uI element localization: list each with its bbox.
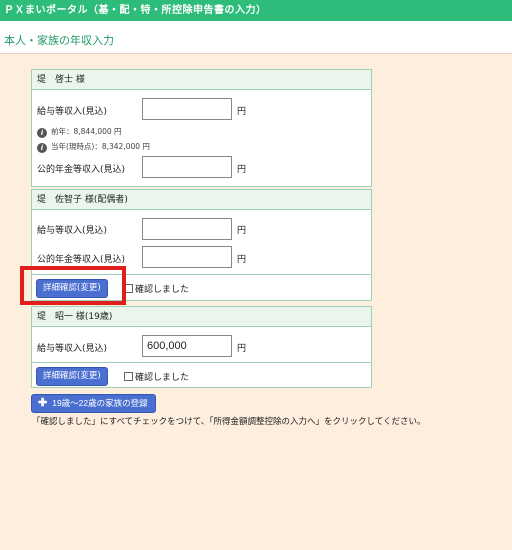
card-footer: 詳細確認(変更) 確認しました	[32, 362, 371, 388]
confirm-checkbox-group[interactable]: 確認しました	[124, 370, 189, 383]
pension-label: 公的年金等収入(見込)	[37, 255, 126, 265]
pension-label: 公的年金等収入(見込)	[37, 165, 126, 175]
note-previous-year: i 前年：8,844,000 円	[37, 126, 122, 138]
instruction-text: 「確認しました」にすべてチェックをつけて、「所得金額調整控除の入力へ」をクリック…	[32, 417, 426, 427]
pension-unit: 円	[237, 165, 247, 175]
note-text: 当年(現時点)：8,342,000 円	[51, 142, 150, 151]
person-name: 堤 啓士 様	[32, 70, 371, 90]
person-name: 堤 佐智子 様(配偶者)	[32, 190, 371, 210]
salary-input[interactable]	[142, 98, 232, 120]
confirm-label: 確認しました	[135, 373, 190, 383]
person-card-self: 堤 啓士 様 給与等収入(見込) 円 i 前年：8,844,000 円 i 当年(現…	[31, 69, 372, 187]
pension-input[interactable]	[142, 246, 232, 268]
note-text: 前年：8,844,000 円	[51, 127, 122, 136]
salary-label: 給与等収入(見込)	[37, 226, 108, 236]
add-family-label: 19歳～22歳の家族の登録	[52, 398, 148, 408]
confirm-label: 確認しました	[135, 285, 190, 295]
add-family-button[interactable]: ✚ 19歳～22歳の家族の登録	[31, 394, 156, 413]
detail-confirm-button[interactable]: 詳細確認(変更)	[36, 367, 108, 386]
salary-input[interactable]: 600,000	[142, 335, 232, 357]
page-title: 本人・家族の年収入力	[4, 34, 114, 47]
pension-input[interactable]	[142, 156, 232, 178]
app-title: ＰＸまいポータル（基・配・特・所控除申告書の入力）	[0, 0, 512, 21]
confirm-checkbox[interactable]	[124, 372, 133, 381]
plus-icon: ✚	[38, 397, 48, 409]
annotation-highlight-box	[20, 266, 126, 305]
salary-unit: 円	[237, 226, 247, 236]
salary-label: 給与等収入(見込)	[37, 107, 108, 117]
salary-unit: 円	[237, 107, 247, 117]
note-current-year: i 当年(現時点)：8,342,000 円	[37, 141, 150, 153]
page-title-bar: 本人・家族の年収入力	[0, 21, 512, 54]
salary-input[interactable]	[142, 218, 232, 240]
confirm-checkbox-group[interactable]: 確認しました	[124, 282, 189, 295]
person-name: 堤 昭一 様(19歳)	[32, 307, 371, 327]
pension-unit: 円	[237, 255, 247, 265]
info-icon: i	[37, 128, 47, 138]
salary-unit: 円	[237, 344, 247, 354]
salary-label: 給与等収入(見込)	[37, 344, 108, 354]
info-icon: i	[37, 143, 47, 153]
person-card-child: 堤 昭一 様(19歳) 給与等収入(見込) 600,000 円 詳細確認(変更)…	[31, 306, 372, 388]
